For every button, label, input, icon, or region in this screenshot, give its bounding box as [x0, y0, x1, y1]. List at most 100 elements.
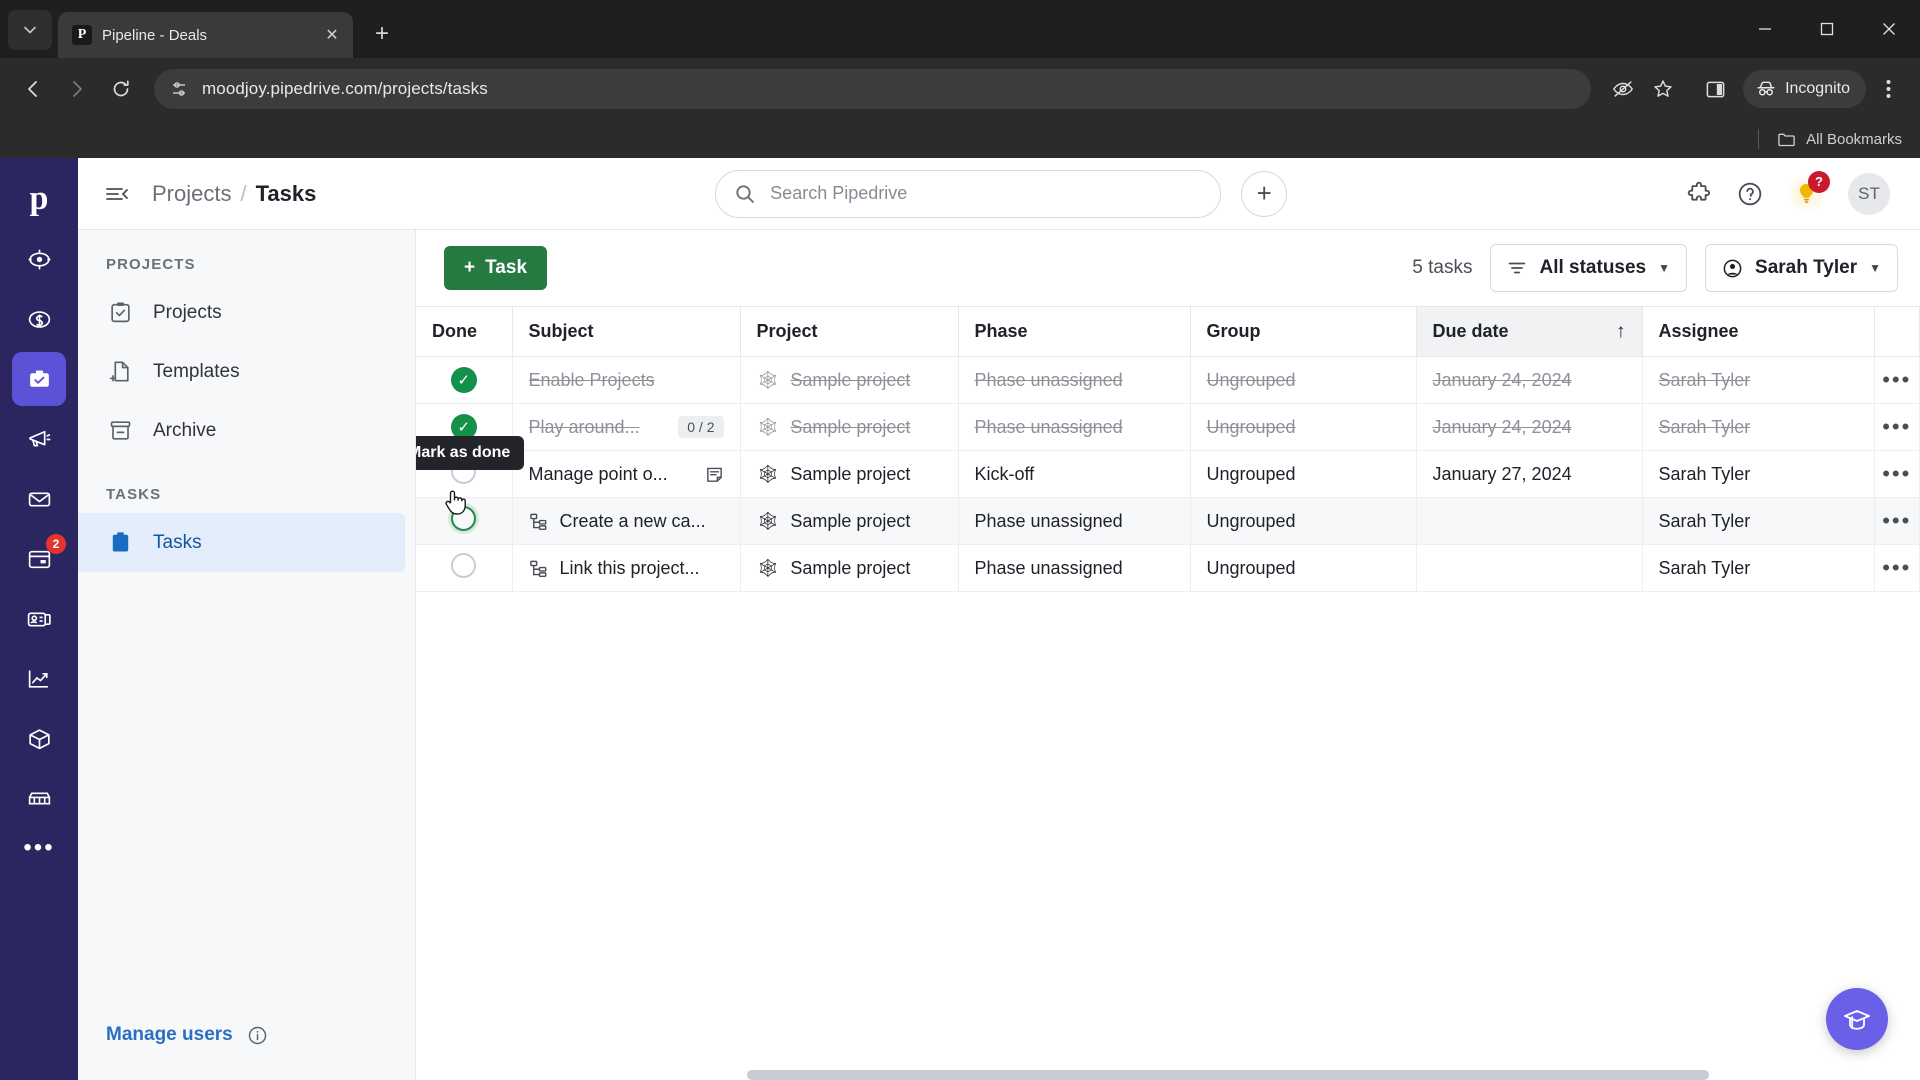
cell-done[interactable]	[416, 544, 513, 592]
help-icon[interactable]	[1736, 180, 1764, 208]
row-menu-icon[interactable]: •••	[1882, 461, 1911, 486]
new-tab-button[interactable]: +	[363, 15, 401, 53]
pipedrive-logo[interactable]: p	[12, 172, 66, 226]
rail-item-marketplace[interactable]	[12, 772, 66, 826]
cell-group[interactable]: Ungrouped	[1190, 497, 1417, 545]
cell-project[interactable]: 🕸 Sample project	[740, 544, 959, 592]
row-menu-icon[interactable]: •••	[1882, 367, 1911, 392]
apps-puzzle-icon[interactable]	[1686, 180, 1714, 208]
rail-more-icon[interactable]: •••	[23, 836, 54, 860]
tab-search-button[interactable]	[8, 10, 52, 50]
cell-project[interactable]: 🕸 Sample project	[740, 497, 959, 545]
cell-due-date[interactable]	[1416, 497, 1643, 545]
cell-due-date[interactable]: January 27, 2024	[1416, 450, 1643, 498]
forward-icon[interactable]	[58, 70, 96, 108]
minimize-icon[interactable]	[1734, 0, 1796, 58]
table-row[interactable]: ✓ Enable Projects 🕸 Sample project Phase…	[416, 356, 1920, 404]
cell-actions[interactable]: •••	[1874, 497, 1920, 545]
col-assignee[interactable]: Assignee	[1642, 306, 1875, 357]
sidebar-item-tasks[interactable]: Tasks	[78, 513, 405, 572]
cell-project[interactable]: 🕸 Sample project	[740, 450, 959, 498]
row-menu-icon[interactable]: •••	[1882, 414, 1911, 439]
address-bar[interactable]: moodjoy.pipedrive.com/projects/tasks	[154, 69, 1592, 109]
site-settings-icon[interactable]	[170, 80, 188, 98]
rail-item-campaigns[interactable]	[12, 412, 66, 466]
back-icon[interactable]	[14, 70, 52, 108]
cell-project[interactable]: 🕸 Sample project	[740, 356, 959, 404]
side-panel-icon[interactable]	[1697, 71, 1733, 107]
cell-subject[interactable]: Create a new ca...	[512, 497, 741, 545]
table-row[interactable]: Create a new ca... 🕸 Sample project Phas…	[416, 497, 1920, 545]
table-row[interactable]: ✓ Play around... 0 / 2 🕸 Sample project …	[416, 403, 1920, 451]
incognito-indicator[interactable]: Incognito	[1743, 70, 1866, 108]
search-input[interactable]: Search Pipedrive	[715, 169, 1222, 218]
manage-users-link[interactable]: Manage users	[106, 1024, 233, 1046]
sidebar-item-projects[interactable]: Projects	[78, 283, 405, 342]
row-menu-icon[interactable]: •••	[1882, 555, 1911, 580]
cell-actions[interactable]: •••	[1874, 356, 1920, 404]
cell-due-date[interactable]: January 24, 2024	[1416, 403, 1643, 451]
cell-project[interactable]: 🕸 Sample project	[740, 403, 959, 451]
tracking-protection-icon[interactable]	[1605, 71, 1641, 107]
info-icon[interactable]	[247, 1025, 268, 1046]
cell-assignee[interactable]: Sarah Tyler	[1642, 356, 1875, 404]
cell-group[interactable]: Ungrouped	[1190, 450, 1417, 498]
col-group[interactable]: Group	[1190, 306, 1417, 357]
close-icon[interactable]: ✕	[321, 24, 343, 46]
learning-fab-button[interactable]	[1826, 988, 1888, 1050]
assignee-filter-dropdown[interactable]: Sarah Tyler ▼	[1705, 244, 1898, 292]
browser-tab[interactable]: P Pipeline - Deals ✕	[58, 12, 353, 58]
cell-group[interactable]: Ungrouped	[1190, 403, 1417, 451]
col-due-date[interactable]: Due date ↑	[1416, 306, 1643, 357]
add-task-button[interactable]: + Task	[444, 246, 548, 290]
cell-group[interactable]: Ungrouped	[1190, 544, 1417, 592]
col-phase[interactable]: Phase	[958, 306, 1191, 357]
cell-assignee[interactable]: Sarah Tyler	[1642, 544, 1875, 592]
task-open-checkbox[interactable]	[451, 553, 477, 578]
cell-actions[interactable]: •••	[1874, 450, 1920, 498]
cell-subject[interactable]: Enable Projects	[512, 356, 741, 404]
table-row[interactable]: Link this project... 🕸 Sample project Ph…	[416, 544, 1920, 592]
rail-item-insights[interactable]	[12, 652, 66, 706]
all-bookmarks-label[interactable]: All Bookmarks	[1806, 131, 1902, 148]
reload-icon[interactable]	[102, 70, 140, 108]
cell-assignee[interactable]: Sarah Tyler	[1642, 403, 1875, 451]
cell-actions[interactable]: •••	[1874, 544, 1920, 592]
tips-bulb-button[interactable]: ?	[1786, 170, 1830, 214]
cell-due-date[interactable]	[1416, 544, 1643, 592]
cell-assignee[interactable]: Sarah Tyler	[1642, 497, 1875, 545]
rail-item-leads[interactable]	[12, 232, 66, 286]
rail-item-activities[interactable]: 2	[12, 532, 66, 586]
task-done-checkbox[interactable]: ✓	[450, 367, 477, 393]
sidebar-item-templates[interactable]: Templates	[78, 342, 405, 401]
col-project[interactable]: Project	[740, 306, 959, 357]
table-row[interactable]: Manage point o... 🕸 Sample project Kick-…	[416, 450, 1920, 498]
col-subject[interactable]: Subject	[512, 306, 741, 357]
bookmark-star-icon[interactable]	[1645, 71, 1681, 107]
cell-phase[interactable]: Kick-off	[958, 450, 1191, 498]
cell-group[interactable]: Ungrouped	[1190, 356, 1417, 404]
horizontal-scrollbar[interactable]	[416, 1070, 1920, 1080]
sidebar-item-archive[interactable]: Archive	[78, 401, 405, 460]
row-menu-icon[interactable]: •••	[1882, 508, 1911, 533]
status-filter-dropdown[interactable]: All statuses ▼	[1490, 244, 1688, 292]
cell-subject[interactable]: Manage point o...	[512, 450, 741, 498]
rail-item-deals[interactable]	[12, 292, 66, 346]
cell-done[interactable]	[416, 497, 513, 545]
col-done[interactable]: Done	[416, 306, 513, 357]
cell-subject[interactable]: Link this project...	[512, 544, 741, 592]
cell-assignee[interactable]: Sarah Tyler	[1642, 450, 1875, 498]
cell-actions[interactable]: •••	[1874, 403, 1920, 451]
cell-due-date[interactable]: January 24, 2024	[1416, 356, 1643, 404]
breadcrumb-parent[interactable]: Projects	[152, 181, 231, 207]
cell-subject[interactable]: Play around... 0 / 2	[512, 403, 741, 451]
cell-phase[interactable]: Phase unassigned	[958, 356, 1191, 404]
note-icon[interactable]	[705, 465, 724, 484]
avatar[interactable]: ST	[1848, 172, 1890, 215]
maximize-icon[interactable]	[1796, 0, 1858, 58]
collapse-sidebar-icon[interactable]	[100, 177, 134, 211]
rail-item-contacts[interactable]	[12, 592, 66, 646]
rail-item-mail[interactable]	[12, 472, 66, 526]
cell-phase[interactable]: Phase unassigned	[958, 403, 1191, 451]
cell-phase[interactable]: Phase unassigned	[958, 544, 1191, 592]
